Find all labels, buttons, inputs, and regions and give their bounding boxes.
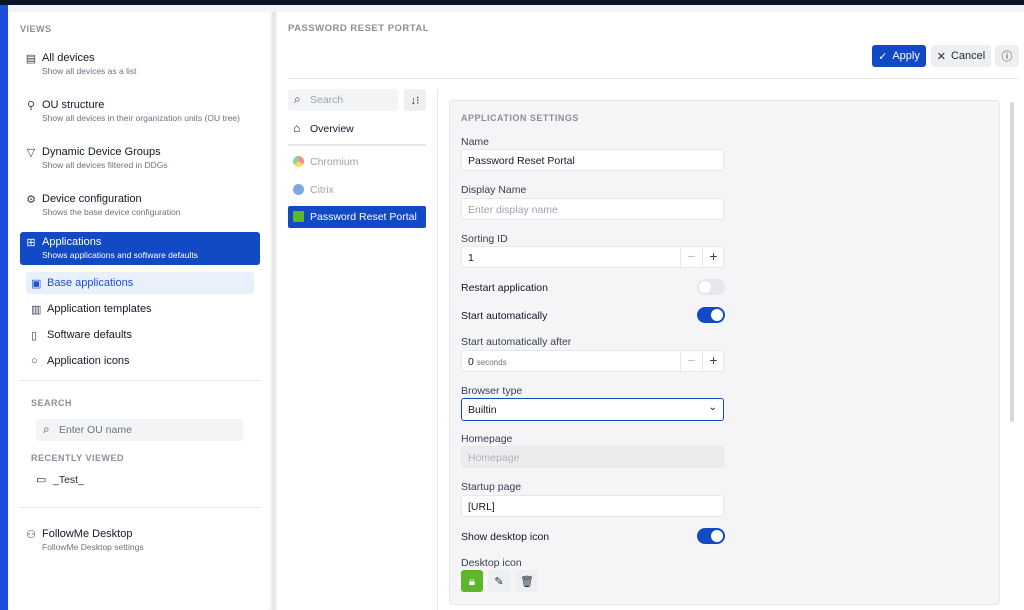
subnav-application-icons[interactable]: ○ Application icons — [26, 350, 254, 372]
autostart-after-label: Start automatically after — [461, 336, 572, 348]
base-app-icon: ▣ — [31, 278, 42, 290]
nav-followme-desktop[interactable]: ⚇ FollowMe Desktop FollowMe Desktop sett… — [20, 524, 260, 557]
nav-subtitle: Show all devices in their organization u… — [42, 113, 240, 123]
main-panel: PASSWORD RESET PORTAL ✓ Apply ✕ Cancel ⓘ ⌕… — [277, 12, 1024, 610]
restart-toggle[interactable] — [697, 279, 725, 295]
subnav-software-defaults[interactable]: ▯ Software defaults — [26, 324, 254, 346]
sidebar: VIEWS ▤ All devices Show all devices as … — [9, 12, 270, 610]
edit-icon-button[interactable]: ✎ — [488, 570, 510, 592]
recent-item-label: _Test_ — [53, 474, 84, 486]
views-heading: VIEWS — [20, 24, 52, 34]
browser-type-value: Builtin — [468, 404, 497, 416]
folder-icon: ▭ — [36, 474, 47, 486]
top-bar — [0, 0, 1024, 5]
autostart-after-value: 0 — [468, 356, 474, 368]
name-input[interactable]: Password Reset Portal — [461, 149, 724, 171]
restart-label: Restart application — [461, 282, 548, 294]
nav-subtitle: Show all devices filtered in DDGs — [42, 160, 168, 170]
nav-title: FollowMe Desktop — [42, 528, 133, 540]
filter-icon: ▽ — [26, 147, 36, 159]
browser-type-select[interactable]: Builtin ⌄ — [461, 398, 724, 421]
recent-item[interactable]: ▭ _Test_ — [36, 474, 84, 486]
nav-applications[interactable]: ⊞ Applications Shows applications and so… — [20, 232, 260, 265]
panel-splitter[interactable] — [272, 12, 276, 610]
nav-ou-structure[interactable]: ⚲ OU structure Show all devices in their… — [20, 95, 260, 128]
nav-title: Applications — [42, 236, 102, 248]
startup-page-input[interactable]: [URL] — [461, 495, 724, 517]
chevron-down-icon: ⌄ — [708, 402, 717, 413]
nav-subtitle: FollowMe Desktop settings — [42, 542, 144, 552]
nav-title: OU structure — [42, 99, 105, 111]
autostart-after-unit: seconds — [476, 358, 507, 367]
nav-device-configuration[interactable]: ⚙ Device configuration Shows the base de… — [20, 189, 260, 222]
desktop-icon-label: Desktop icon — [461, 557, 522, 569]
recently-viewed-heading: RECENTLY VIEWED — [31, 453, 125, 463]
settings-heading: APPLICATION SETTINGS — [461, 113, 579, 123]
homepage-input[interactable]: Homepage — [461, 446, 724, 468]
scrollbar[interactable] — [1010, 102, 1014, 422]
display-name-input[interactable]: Enter display name — [461, 198, 724, 220]
nav-subtitle: Show all devices as a list — [42, 66, 137, 76]
subnav-application-templates[interactable]: ▥ Application templates — [26, 298, 254, 320]
divider — [20, 507, 260, 508]
toggle-knob — [711, 309, 723, 321]
startup-page-label: Startup page — [461, 481, 522, 493]
nav-title: Dynamic Device Groups — [42, 146, 161, 158]
apps-grid-icon: ⊞ — [26, 237, 36, 249]
show-desktop-icon-label: Show desktop icon — [461, 531, 550, 543]
decrement-button[interactable]: − — [680, 246, 702, 268]
browser-type-label: Browser type — [461, 385, 523, 397]
delete-icon-button[interactable]: 🗑︎ — [516, 570, 538, 592]
nav-title: Device configuration — [42, 193, 142, 205]
app-edge — [0, 5, 8, 610]
sorting-id-label: Sorting ID — [461, 233, 508, 245]
toggle-knob — [711, 530, 723, 542]
device-list-icon: ▤ — [25, 53, 37, 65]
clipboard-icon: ▯ — [31, 330, 38, 342]
search-icon: ⌕ — [43, 422, 50, 436]
circle-icon: ○ — [31, 355, 38, 367]
gear-icon: ⚙ — [26, 194, 36, 206]
divider — [20, 380, 260, 381]
user-desktop-icon: ⚇ — [26, 529, 36, 541]
pencil-icon: ✎ — [494, 575, 504, 588]
nav-subtitle: Shows the base device configuration — [42, 207, 181, 217]
desktop-icon-preview: 🔒︎ — [461, 570, 483, 592]
homepage-label: Homepage — [461, 433, 513, 445]
ou-search-placeholder: Enter OU name — [59, 424, 132, 436]
increment-button[interactable]: + — [702, 350, 724, 372]
subnav-label: Application icons — [47, 355, 130, 367]
show-desktop-icon-toggle[interactable] — [697, 528, 725, 544]
subnav-label: Base applications — [47, 277, 134, 289]
ou-search-input[interactable]: ⌕ Enter OU name — [36, 419, 243, 441]
nav-title: All devices — [42, 52, 95, 64]
template-icon: ▥ — [31, 304, 42, 316]
subnav-label: Application templates — [47, 303, 152, 315]
nav-subtitle: Shows applications and software defaults — [42, 250, 198, 260]
increment-button[interactable]: + — [702, 246, 724, 268]
display-name-label: Display Name — [461, 184, 527, 196]
nav-dynamic-device-groups[interactable]: ▽ Dynamic Device Groups Show all devices… — [20, 142, 260, 175]
nav-all-devices[interactable]: ▤ All devices Show all devices as a list — [20, 48, 260, 81]
subnav-label: Software defaults — [47, 329, 132, 341]
tree-icon: ⚲ — [26, 100, 36, 112]
subnav-base-applications[interactable]: ▣ Base applications — [26, 272, 254, 294]
autostart-label: Start automatically — [461, 310, 548, 322]
toggle-knob — [699, 281, 711, 293]
autostart-toggle[interactable] — [697, 307, 725, 323]
trash-icon: 🗑︎ — [520, 575, 534, 588]
search-heading: SEARCH — [31, 398, 73, 408]
name-label: Name — [461, 136, 490, 148]
decrement-button[interactable]: − — [680, 350, 702, 372]
